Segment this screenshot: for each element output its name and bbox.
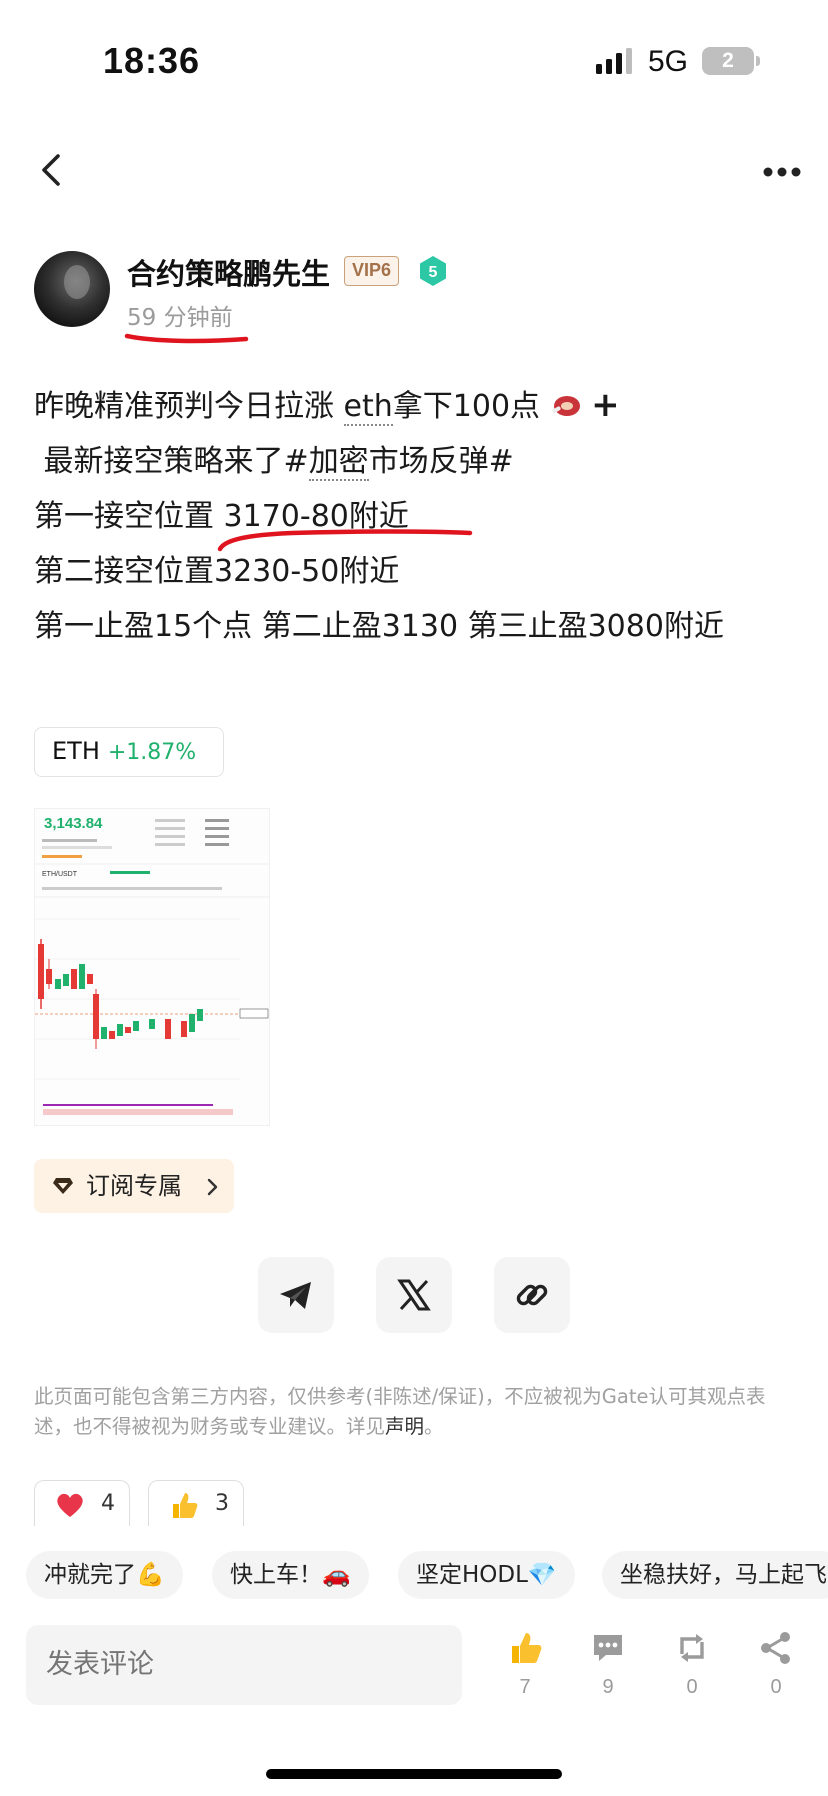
quick-reply-bar: 冲就完了💪 快上车！🚗 坚定HODL💎 坐稳扶好，马上起飞 [0,1551,828,1599]
eth-link[interactable]: eth [343,389,393,426]
share-count: 0 [770,1676,782,1698]
statement-link[interactable]: 声明 [385,1415,424,1438]
cellular-signal-icon [596,48,632,74]
chart-thumb-graphic [35,819,269,1115]
thumbs-up-icon [173,1493,198,1518]
quick-reply-chip[interactable]: 坚定HODL💎 [398,1551,575,1599]
like-count: 7 [519,1676,531,1698]
quick-reply-chip[interactable]: 冲就完了💪 [26,1551,183,1599]
like-action[interactable]: 7 [495,1630,555,1699]
diamond-icon [53,1178,73,1194]
home-indicator[interactable] [266,1769,562,1779]
share-x-button[interactable] [376,1257,452,1333]
vip-badge: VIP6 [344,256,400,286]
heart-icon [57,1493,83,1517]
post-text-segment: 拿下100点 [392,389,541,424]
chart-image[interactable]: 3,143.84 ETH/USDT [34,808,270,1126]
post-line-3: 第一接空位置 3170-80附近 [34,499,409,534]
post-text-segment: 最新接空策略来了# [43,444,309,479]
quick-reply-chip[interactable]: 快上车！🚗 [212,1551,369,1599]
repost-icon [680,1634,704,1662]
reaction-count: 3 [215,1491,229,1516]
chevron-right-icon [207,1178,218,1196]
ticker-change: +1.87% [107,740,197,765]
post-body: 昨晚精准预判今日拉涨 eth拿下100点 + 最新接空策略来了#加密市场反弹# … [34,378,774,654]
battery-tip [756,56,760,66]
share-telegram-button[interactable] [258,1257,334,1333]
post-line-4: 第二接空位置3230-50附近 [34,554,400,589]
quick-reply-chip[interactable]: 坐稳扶好，马上起飞 [602,1551,828,1599]
thumbs-up-icon [512,1633,542,1663]
author-avatar[interactable] [34,251,110,327]
status-time: 18:36 [103,40,201,81]
telegram-icon [280,1282,311,1309]
post-line-2: 最新接空策略来了#加密市场反弹# [34,434,774,489]
level-badge-number: 5 [429,264,438,281]
comment-count: 9 [602,1676,614,1698]
post-line-5: 第一止盈15个点 第二止盈3130 第三止盈3080附近 [34,609,724,644]
comment-input[interactable] [26,1625,462,1705]
comment-icon [594,1635,622,1661]
comment-action[interactable]: 9 [578,1630,638,1699]
eth-ticker-tag[interactable]: ETH +1.87% [34,727,224,777]
copy-link-button[interactable] [494,1257,570,1333]
battery-indicator: 2 [702,47,754,75]
reaction-count: 4 [101,1491,115,1516]
post-time: 59 分钟前 [127,305,233,331]
post-text-segment: 市场反弹# [368,444,514,479]
red-underline-mark [124,333,249,344]
link-icon [516,1284,548,1306]
share-icon [761,1632,790,1664]
reaction-heart[interactable]: 4 [34,1480,130,1526]
ticker-symbol: ETH [52,737,100,765]
hashtag-link[interactable]: 加密 [308,444,369,481]
disclaimer-text: 此页面可能包含第三方内容，仅供参考(非陈述/保证)，不应被视为Gate认可其观点… [34,1382,802,1442]
repost-action[interactable]: 0 [662,1630,722,1699]
subscribe-label: 订阅专属 [86,1172,182,1200]
repost-count: 0 [686,1676,698,1698]
more-options-icon[interactable] [762,166,802,178]
back-arrow-icon[interactable] [36,152,66,188]
level-badge-icon: 5 [420,256,446,286]
post-text-segment: 昨晚精准预判今日拉涨 [34,389,334,424]
post-line-1: 昨晚精准预判今日拉涨 eth拿下100点 + [34,378,774,434]
share-action[interactable]: 0 [746,1630,806,1699]
subscribe-exclusive-button[interactable]: 订阅专属 [34,1159,234,1213]
network-type: 5G [648,45,689,78]
author-name[interactable]: 合约策略鹏先生 [127,251,330,293]
reaction-thumbs-up[interactable]: 3 [148,1480,244,1526]
plus-symbol: + [591,385,620,425]
meat-emoji-icon [551,396,580,416]
x-icon [397,1279,431,1311]
disclaimer-end: 。 [424,1415,444,1438]
